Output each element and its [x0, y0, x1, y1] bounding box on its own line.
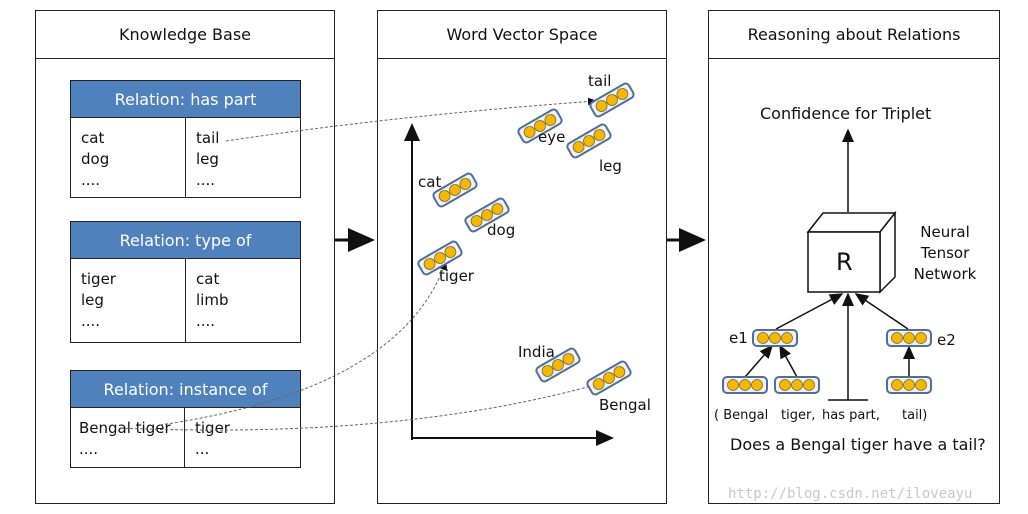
word-eye: eye	[538, 128, 566, 146]
vector-node	[781, 332, 793, 344]
confidence-label: Confidence for Triplet	[760, 104, 932, 123]
word-tiger: tiger	[439, 267, 474, 285]
mapping-tiger	[119, 381, 603, 431]
vector-node	[769, 332, 781, 344]
word-tail: tail	[588, 72, 612, 90]
vector-node	[891, 379, 903, 391]
word-india: India	[518, 343, 555, 361]
e2-arrow	[854, 293, 909, 330]
vector-node	[751, 379, 763, 391]
vector-node	[757, 332, 769, 344]
e1-arrow	[775, 293, 844, 330]
triplet-tiger: tiger,	[781, 408, 816, 423]
vector-node	[915, 332, 927, 344]
triplet-relation: has part,	[822, 408, 880, 423]
network-label-line: Network	[913, 265, 977, 283]
vector-node	[915, 379, 927, 391]
network-label-line: Tensor	[920, 244, 970, 262]
vector-node	[803, 379, 815, 391]
triplet-bengal: ( Bengal	[714, 408, 769, 423]
vector-node	[739, 379, 751, 391]
vector-tiger-input	[774, 376, 820, 394]
tiger-arrow	[779, 344, 798, 378]
vector-tail-input	[886, 376, 932, 394]
question: Does a Bengal tiger have a tail?	[730, 435, 986, 454]
vector-node	[891, 332, 903, 344]
word-leg: leg	[599, 157, 622, 175]
vector-node	[903, 379, 915, 391]
vector-node	[779, 379, 791, 391]
bengal-arrow	[744, 344, 773, 378]
vector-node	[791, 379, 803, 391]
mapping-bengal-tiger	[159, 261, 448, 426]
vector-node	[727, 379, 739, 391]
vector-e1	[752, 329, 798, 347]
network-label-line: Neural	[920, 223, 970, 241]
diagram: Knowledge Base Word Vector Space Reasoni…	[0, 0, 1028, 514]
e2-label: e2	[937, 331, 956, 349]
word-cat: cat	[418, 173, 442, 191]
watermark: http://blog.csdn.net/iloveayu	[728, 486, 973, 502]
network-label: Neural Tensor Network	[912, 222, 978, 285]
vector-e2	[886, 329, 932, 347]
triplet-tail: tail)	[902, 408, 928, 423]
word-bengal: Bengal	[599, 396, 651, 414]
vector-bengal-input	[722, 376, 768, 394]
vector-node	[903, 332, 915, 344]
e1-label: e1	[729, 329, 748, 347]
cube-label: R	[836, 248, 853, 276]
word-dog: dog	[487, 221, 516, 239]
vector-leg	[566, 123, 612, 159]
vector-bengal	[586, 360, 632, 396]
